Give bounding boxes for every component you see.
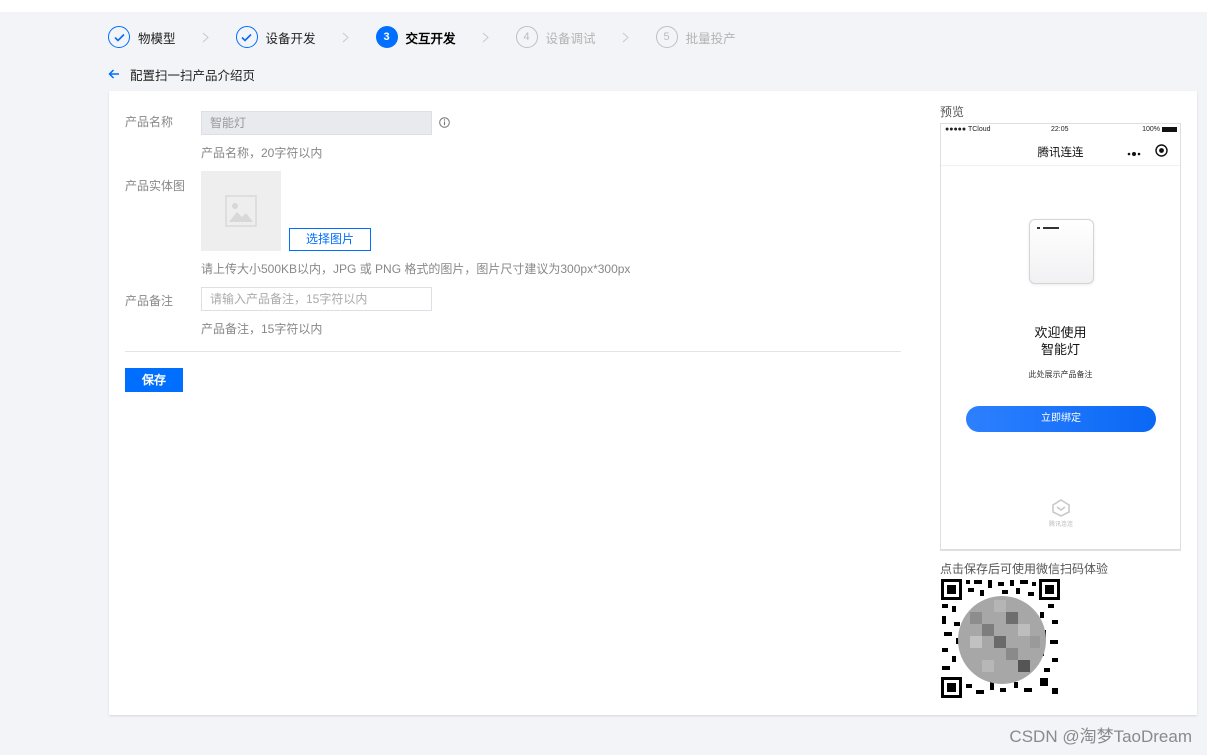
battery-icon (1162, 127, 1177, 132)
watermark: CSDN @淘梦TaoDream (1009, 727, 1192, 746)
chevron-right-icon (596, 32, 656, 43)
step-label: 设备调试 (545, 31, 596, 46)
step-number: 5 (655, 26, 678, 48)
product-image-placeholder (201, 171, 281, 251)
step-device-dev[interactable]: 设备开发 (235, 25, 316, 49)
page-title: 配置扫一扫产品介绍页 (130, 68, 256, 83)
config-card: 产品名称 智能灯 产品名称，20字符以内 产品实体图 选择图片 请上传大小500… (109, 91, 1197, 715)
image-icon (225, 195, 257, 227)
product-name-input[interactable]: 智能灯 (201, 111, 432, 135)
step-label: 交互开发 (405, 31, 456, 46)
product-remark-hint: 产品备注，15字符以内 (201, 322, 323, 336)
chevron-right-icon (456, 32, 516, 43)
brand-mark: 腾讯连连 (1046, 499, 1076, 528)
step-device-debug[interactable]: 4 设备调试 (515, 25, 596, 49)
product-image-label: 产品实体图 (125, 179, 186, 193)
preview-divider (940, 550, 1181, 551)
step-label: 物模型 (138, 31, 176, 46)
page-header: 配置扫一扫产品介绍页 (108, 66, 256, 83)
product-remark-input[interactable]: 请输入产品备注，15字符以内 (201, 287, 432, 311)
top-strip (0, 0, 1207, 12)
product-name-hint: 产品名称，20字符以内 (201, 146, 323, 160)
phone-preview: ●●●●● TCloud 22:05 100% 腾讯连连 欢迎使用 智能灯 此处… (940, 123, 1181, 550)
product-remark-label: 产品备注 (125, 294, 174, 308)
arrow-left-icon[interactable] (108, 69, 120, 79)
product-name-label: 产品名称 (125, 115, 174, 129)
check-icon (235, 26, 258, 48)
chevron-right-icon (316, 32, 376, 43)
preview-title: 预览 (940, 105, 965, 119)
product-image-hint: 请上传大小500KB以内，JPG 或 PNG 格式的图片，图片尺寸建议为300p… (201, 262, 631, 276)
step-number: 3 (375, 26, 398, 48)
bind-now-button[interactable]: 立即绑定 (966, 406, 1156, 432)
step-interaction-dev[interactable]: 3 交互开发 (375, 25, 456, 49)
step-number: 4 (515, 26, 538, 48)
battery-indicator: 100% (1142, 126, 1177, 133)
tencent-lianlian-logo-icon (1046, 499, 1076, 517)
welcome-text: 欢迎使用 智能灯 (941, 324, 1180, 358)
phone-nav-bar: 腾讯连连 (941, 144, 1180, 160)
welcome-line1: 欢迎使用 (1034, 325, 1087, 340)
save-button[interactable]: 保存 (125, 368, 183, 392)
target-icon (1155, 144, 1168, 160)
remark-display: 此处展示产品备注 (1028, 370, 1093, 379)
device-image (1029, 219, 1094, 284)
progress-stepper: 物模型 设备开发 3 交互开发 4 设备调试 5 批量投产 (108, 25, 736, 49)
step-label: 设备开发 (265, 31, 316, 46)
more-icon (1127, 146, 1141, 160)
select-image-button[interactable]: 选择图片 (289, 228, 371, 251)
divider (125, 351, 901, 352)
status-battery: 100% (1142, 126, 1160, 133)
scan-hint: 点击保存后可使用微信扫码体验 (940, 562, 1109, 576)
step-label: 批量投产 (685, 31, 736, 46)
step-mass-production[interactable]: 5 批量投产 (655, 25, 736, 49)
nav-divider (941, 165, 1180, 166)
chevron-right-icon (176, 32, 236, 43)
app-name: 腾讯连连 (1037, 147, 1084, 159)
check-icon (108, 26, 130, 48)
brand-text: 腾讯连连 (1048, 522, 1073, 528)
step-thing-model[interactable]: 物模型 (108, 25, 176, 49)
status-signal: ●●●●● TCloud (945, 126, 991, 133)
status-time: 22:05 (1051, 126, 1069, 133)
qr-code-icon[interactable] (940, 578, 1061, 699)
phone-status-bar: ●●●●● TCloud 22:05 100% (941, 126, 1180, 136)
info-icon[interactable] (439, 117, 450, 131)
welcome-line2: 智能灯 (1040, 342, 1080, 357)
